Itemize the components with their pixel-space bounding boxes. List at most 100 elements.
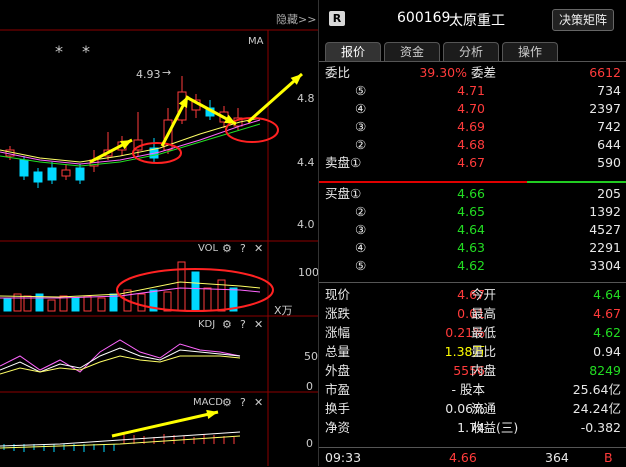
ma-label: MA — [248, 36, 264, 47]
tick-row: 09:33 4.66 364 B — [319, 449, 626, 467]
volume-bar — [203, 287, 212, 312]
stat-row: 市盈 - 股本 25.64亿 — [319, 381, 626, 399]
stat-row: 现价 4.67 今开 4.64 — [319, 286, 626, 304]
candle-body — [75, 167, 85, 181]
sell-order-row[interactable]: ③ 4.69 742 — [319, 118, 626, 136]
gear-icon[interactable]: ⚙ — [222, 318, 232, 331]
buy-order-price: 4.64 — [457, 222, 485, 237]
buy-order-row[interactable]: ⑤ 4.62 3304 — [319, 257, 626, 275]
sell-order-row[interactable]: 卖盘① 4.67 590 — [319, 154, 626, 172]
order-ratio-value: 39.30% — [419, 65, 467, 80]
sell-order-level: ③ — [355, 119, 367, 134]
decision-matrix-button[interactable]: 决策矩阵 — [552, 9, 614, 31]
stat-label: 今开 — [471, 287, 497, 302]
stat-label: 最高 — [471, 306, 497, 321]
volume-bar — [47, 299, 56, 312]
hide-panel-toggle[interactable]: 隐藏>> — [276, 11, 316, 27]
candle-body — [47, 167, 57, 181]
gear-icon[interactable]: ⚙ — [222, 242, 232, 255]
sell-order-level: 卖盘① — [325, 155, 362, 170]
candle-body — [33, 171, 43, 183]
help-icon[interactable]: ? — [240, 242, 246, 255]
sell-order-row[interactable]: ④ 4.70 2397 — [319, 100, 626, 118]
buy-order-row[interactable]: ② 4.65 1392 — [319, 203, 626, 221]
stat-label: 净资 — [325, 420, 351, 435]
stat-label: 涨幅 — [325, 325, 351, 340]
candle-body — [19, 159, 29, 177]
volume-bar — [3, 297, 12, 312]
tab-analysis[interactable]: 分析 — [443, 42, 499, 62]
stat-label: 市盈 — [325, 382, 351, 397]
orderbook-stats-divider — [319, 282, 626, 283]
order-ratio-label: 委比 — [325, 65, 351, 80]
volume-bar — [163, 291, 172, 312]
buy-order-volume: 4527 — [589, 222, 621, 237]
sell-order-volume: 742 — [597, 119, 621, 134]
sell-order-level: ⑤ — [355, 83, 367, 98]
stat-value: 4.62 — [593, 325, 621, 340]
annotation-arrow — [111, 410, 219, 438]
sell-order-row[interactable]: ② 4.68 644 — [319, 136, 626, 154]
sell-order-volume: 590 — [597, 155, 621, 170]
kline-chart-area[interactable]: 隐藏>> MA * * 4.93 → 4.8 4.4 4.0 VOL ⚙ ? ✕… — [0, 0, 319, 466]
gear-icon[interactable]: ⚙ — [222, 396, 232, 409]
buy-order-volume: 2291 — [589, 240, 621, 255]
tab-operation[interactable]: 操作 — [502, 42, 558, 62]
volume-bar — [97, 297, 106, 312]
quote-tabs: 报价 资金 分析 操作 — [325, 42, 561, 62]
sell-order-level: ② — [355, 137, 367, 152]
vol-panel-label: VOL — [198, 243, 219, 254]
close-icon[interactable]: ✕ — [254, 396, 263, 409]
sell-buy-divider-red — [319, 181, 527, 183]
sell-order-row[interactable]: ⑤ 4.71 734 — [319, 82, 626, 100]
buy-order-row[interactable]: ③ 4.64 4527 — [319, 221, 626, 239]
order-diff-label: 委差 — [471, 65, 497, 80]
peak-price-label: 4.93 — [136, 68, 161, 81]
sell-order-volume: 644 — [597, 137, 621, 152]
stat-label: 涨跌 — [325, 306, 351, 321]
vol-unit-label: X万 — [274, 304, 293, 317]
sell-buy-divider-green — [527, 181, 626, 183]
volume-bar — [191, 271, 200, 312]
r-badge[interactable]: R — [329, 11, 345, 26]
buy-order-price: 4.66 — [457, 186, 485, 201]
vol-axis-label: 100 — [298, 266, 319, 279]
stat-value: 0.94 — [593, 344, 621, 359]
help-icon[interactable]: ? — [240, 396, 246, 409]
stat-value: 25.64亿 — [572, 382, 621, 397]
sell-order-level: ④ — [355, 101, 367, 116]
stock-name: 太原重工 — [449, 13, 505, 29]
help-icon[interactable]: ? — [240, 318, 246, 331]
candle-body — [61, 169, 71, 177]
volume-bar — [137, 293, 146, 312]
close-icon[interactable]: ✕ — [254, 242, 263, 255]
stat-label: 总量 — [325, 344, 351, 359]
sell-order-price: 4.70 — [457, 101, 485, 116]
sell-order-price: 4.67 — [457, 155, 485, 170]
buy-order-row[interactable]: ④ 4.63 2291 — [319, 239, 626, 257]
buy-order-row[interactable]: 买盘① 4.66 205 — [319, 185, 626, 203]
tab-quote[interactable]: 报价 — [325, 42, 381, 62]
stat-row: 换手 0.06% 流通 24.24亿 — [319, 400, 626, 418]
buy-order-level: ④ — [355, 240, 367, 255]
buy-order-level: 买盘① — [325, 186, 362, 201]
stat-row: 总量 1.38万 量比 0.94 — [319, 343, 626, 361]
tab-divider — [319, 61, 626, 62]
star-marker: * — [55, 42, 63, 61]
price-axis-label: 4.4 — [297, 156, 315, 169]
stat-row: 净资 1.74 收益(三) -0.382 — [319, 419, 626, 437]
kdj-axis-label: 50 — [304, 350, 318, 363]
peak-arrow-icon: → — [162, 66, 172, 79]
tab-funds[interactable]: 资金 — [384, 42, 440, 62]
stat-row: 涨跌 0.01 最高 4.67 — [319, 305, 626, 323]
kdj-d-line — [0, 355, 241, 375]
stat-value: 24.24亿 — [572, 401, 621, 416]
macd-axis-label: 0 — [306, 437, 313, 450]
stat-label: 最低 — [471, 325, 497, 340]
macd-panel-label: MACD — [193, 397, 223, 408]
tick-volume: 364 — [545, 450, 569, 465]
close-icon[interactable]: ✕ — [254, 318, 263, 331]
stat-label: 换手 — [325, 401, 351, 416]
order-diff-value: 6612 — [589, 65, 621, 80]
stat-value: - 股本 — [451, 382, 485, 397]
